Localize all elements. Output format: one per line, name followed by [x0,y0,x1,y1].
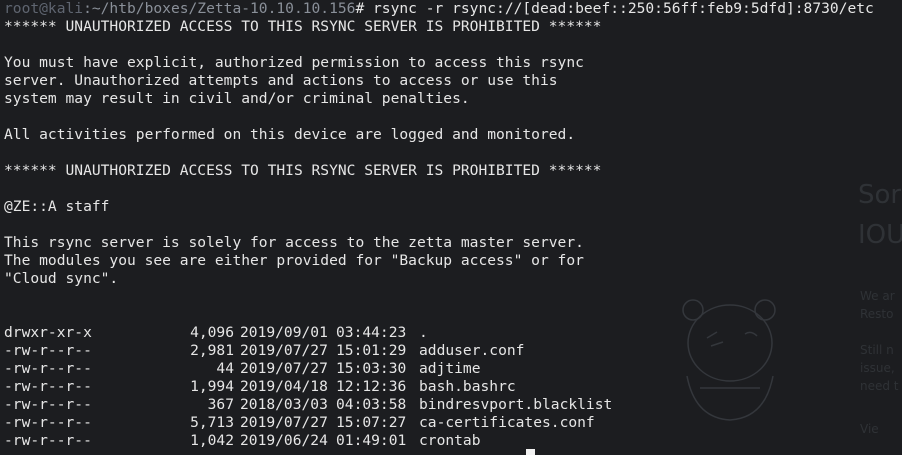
file-time: 12:12:36 [336,378,407,395]
file-name: . [419,324,428,341]
file-size: 367 [207,396,234,413]
file-name: ca-certificates.conf [419,414,595,431]
file-size: 4,096 [190,324,234,341]
file-name: crontab [419,432,481,449]
prompt-user-host: root@kali [4,0,84,17]
command-line: root@kali:~/htb/boxes/Zetta-10.10.10.156… [4,0,902,18]
listing-row: -rw-r--r-- 44 2019/07/27 15:03:30 adjtime [4,360,902,378]
file-date: 2019/07/27 [240,414,328,431]
banner-warning-bottom: ****** UNAUTHORIZED ACCESS TO THIS RSYNC… [4,162,602,179]
file-time: 04:03:58 [336,396,407,413]
file-permissions: -rw-r--r-- [4,414,92,431]
file-name: adduser.conf [419,342,525,359]
file-name: adjtime [419,360,481,377]
banner-paragraph-2: All activities performed on this device … [4,126,576,143]
file-listing: drwxr-xr-x 4,096 2019/09/01 03:44:23. -rw-r… [4,324,902,450]
file-time: 15:07:27 [336,414,407,431]
file-date: 2019/09/01 [240,324,328,341]
file-time: 03:44:23 [336,324,407,341]
file-permissions: -rw-r--r-- [4,360,92,377]
banner-paragraph-3-line-1: This rsync server is solely for access t… [4,234,584,251]
listing-row: drwxr-xr-x 4,096 2019/09/01 03:44:23. [4,324,902,342]
listing-row: -rw-r--r-- 1,042 2019/06/24 01:49:01 crontab [4,432,902,450]
file-permissions: -rw-r--r-- [4,342,92,359]
terminal-output: root@kali:~/htb/boxes/Zetta-10.10.10.156… [4,0,902,450]
terminal-window[interactable]: Sor IOU We ar Resto Still n issue, need … [0,0,902,455]
prompt-path: :~/htb/boxes/Zetta-10.10.10.156 [83,0,356,17]
file-name: bindresvport.blacklist [419,396,613,413]
listing-row: -rw-r--r-- 2,981 2019/07/27 15:01:29 adduser… [4,342,902,360]
file-time: 01:49:01 [336,432,407,449]
file-date: 2019/07/27 [240,342,328,359]
file-permissions: -rw-r--r-- [4,396,92,413]
file-permissions: -rw-r--r-- [4,432,92,449]
banner-paragraph-1-line-3: system may result in civil and/or crimin… [4,90,470,107]
file-size: 5,713 [190,414,234,431]
file-date: 2019/06/24 [240,432,328,449]
command-text: # rsync -r rsync://[dead:beef::250:56ff:… [355,0,874,17]
listing-row: -rw-r--r-- 367 2018/03/03 04:03:58 bindresvp… [4,396,902,414]
file-time: 15:03:30 [336,360,407,377]
file-permissions: -rw-r--r-- [4,378,92,395]
text-cursor [526,449,535,455]
banner-staff-line: @ZE::A staff [4,198,110,215]
banner-paragraph-1-line-1: You must have explicit, authorized permi… [4,54,584,71]
file-size: 1,994 [190,378,234,395]
file-date: 2019/04/18 [240,378,328,395]
file-permissions: drwxr-xr-x [4,324,92,341]
banner-paragraph-3-line-3: "Cloud sync". [4,270,119,287]
file-size: 2,981 [190,342,234,359]
listing-row: -rw-r--r-- 5,713 2019/07/27 15:07:27 ca-cert… [4,414,902,432]
banner-paragraph-3-line-2: The modules you see are either provided … [4,252,584,269]
file-name: bash.bashrc [419,378,516,395]
file-date: 2019/07/27 [240,360,328,377]
file-size: 1,042 [190,432,234,449]
file-size: 44 [216,360,234,377]
listing-row: -rw-r--r-- 1,994 2019/04/18 12:12:36 bash.ba… [4,378,902,396]
file-date: 2018/03/03 [240,396,328,413]
banner-warning-top: ****** UNAUTHORIZED ACCESS TO THIS RSYNC… [4,18,602,35]
file-time: 15:01:29 [336,342,407,359]
banner-paragraph-1-line-2: server. Unauthorized attempts and action… [4,72,558,89]
